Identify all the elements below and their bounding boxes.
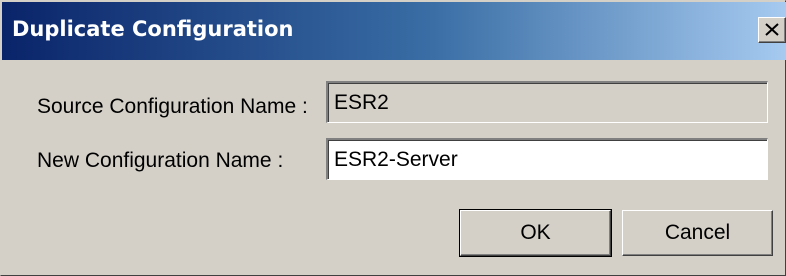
ok-button[interactable]: OK: [459, 209, 612, 257]
new-configuration-label: New Configuration Name :: [37, 149, 284, 172]
duplicate-configuration-dialog: Duplicate Configuration Source Configura…: [0, 0, 786, 276]
source-configuration-label: Source Configuration Name :: [37, 95, 308, 118]
close-button[interactable]: [758, 17, 786, 43]
cancel-button[interactable]: Cancel: [622, 210, 773, 256]
title-bar[interactable]: Duplicate Configuration: [2, 2, 786, 60]
window-title: Duplicate Configuration: [12, 17, 294, 41]
new-configuration-field[interactable]: [326, 138, 768, 180]
source-configuration-field: [326, 81, 768, 123]
